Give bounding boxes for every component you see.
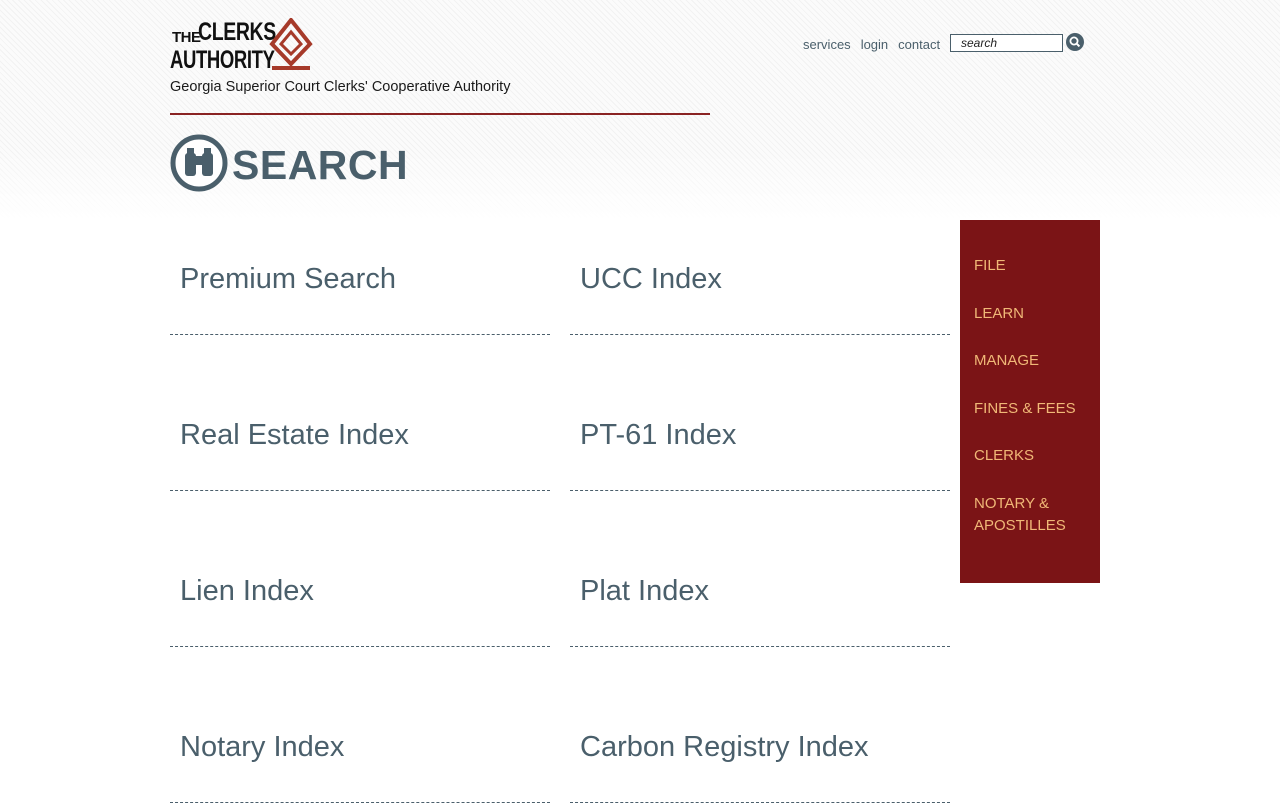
card-carbon-registry-index[interactable]: Carbon Registry Index (570, 688, 950, 803)
top-navigation: services login contact (803, 37, 940, 52)
sidebar-item-clerks[interactable]: CLERKS (974, 445, 1094, 467)
magnifier-icon (1069, 36, 1081, 48)
card-notary-index[interactable]: Notary Index (170, 688, 550, 803)
header-divider (170, 113, 710, 115)
card-title: PT-61 Index (580, 419, 737, 451)
card-title: Lien Index (180, 575, 314, 607)
card-title: Carbon Registry Index (580, 731, 869, 763)
page-title: SEARCH (232, 142, 409, 188)
site-logo[interactable]: THE CLERKS AUTHORITY (170, 18, 320, 74)
card-title: UCC Index (580, 263, 722, 295)
binoculars-icon (170, 134, 228, 192)
card-pt61-index[interactable]: PT-61 Index (570, 376, 950, 491)
nav-contact-link[interactable]: contact (898, 37, 940, 52)
card-title: Plat Index (580, 575, 709, 607)
card-title: Real Estate Index (180, 419, 409, 451)
sidebar-item-notary-apostilles[interactable]: NOTARY & APOSTILLES (974, 493, 1094, 537)
card-ucc-index[interactable]: UCC Index (570, 220, 950, 335)
site-tagline: Georgia Superior Court Clerks' Cooperati… (170, 79, 511, 95)
logo-diamond-icon (269, 18, 313, 70)
search-submit-button[interactable] (1066, 33, 1084, 51)
card-title: Premium Search (180, 263, 396, 295)
sidebar-item-manage[interactable]: MANAGE (974, 350, 1094, 372)
card-real-estate-index[interactable]: Real Estate Index (170, 376, 550, 491)
card-premium-search[interactable]: Premium Search (170, 220, 550, 335)
logo-the: THE (172, 29, 201, 46)
sidebar-menu: FILE LEARN MANAGE FINES & FEES CLERKS NO… (960, 220, 1100, 583)
nav-login-link[interactable]: login (861, 37, 888, 52)
nav-services-link[interactable]: services (803, 37, 851, 52)
card-lien-index[interactable]: Lien Index (170, 532, 550, 647)
card-plat-index[interactable]: Plat Index (570, 532, 950, 647)
logo-authority: AUTHORITY (170, 46, 275, 74)
logo-clerks: CLERKS (198, 18, 276, 46)
site-search-input[interactable] (950, 34, 1063, 52)
sidebar-item-learn[interactable]: LEARN (974, 303, 1094, 325)
sidebar-item-fines-fees[interactable]: FINES & FEES (974, 398, 1094, 420)
card-title: Notary Index (180, 731, 345, 763)
sidebar-item-file[interactable]: FILE (974, 255, 1094, 277)
